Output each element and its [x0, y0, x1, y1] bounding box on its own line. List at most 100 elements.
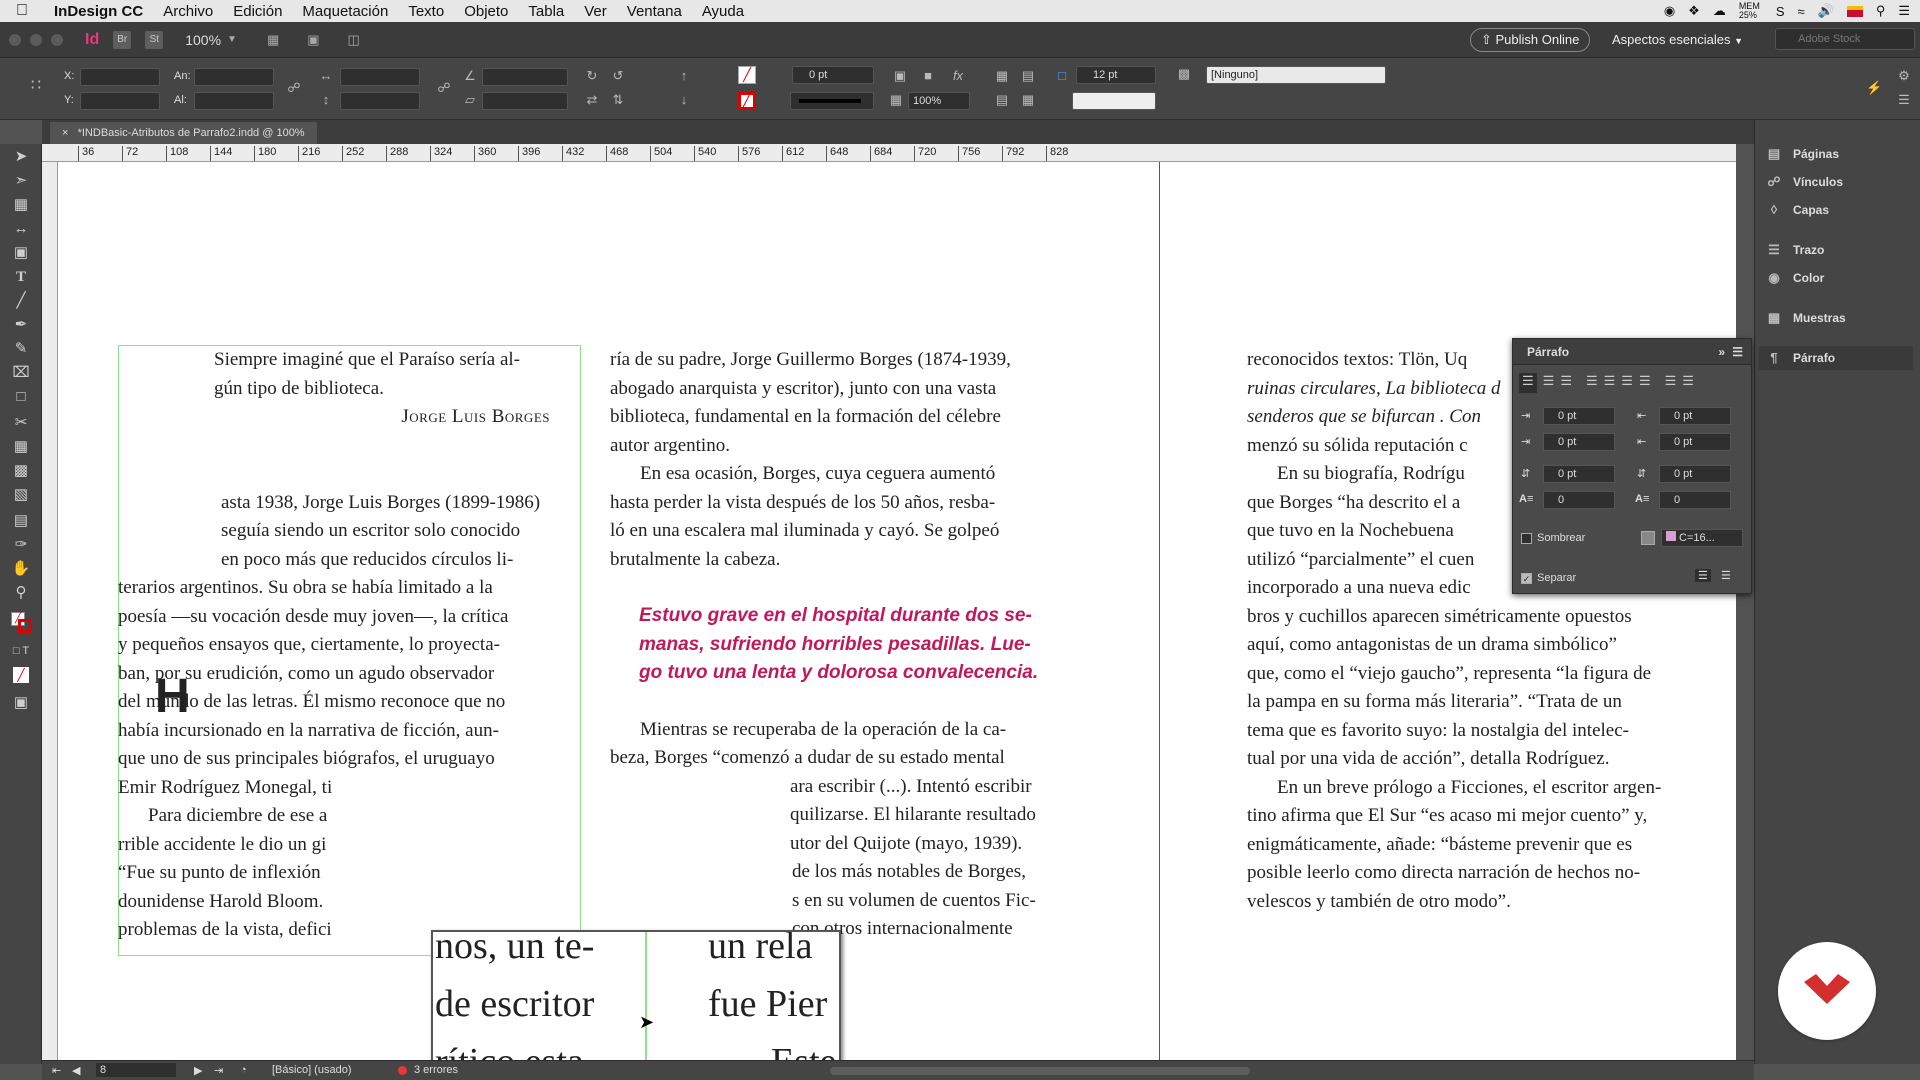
skype-icon[interactable]: S	[1776, 4, 1785, 19]
stroke-type-select[interactable]	[790, 92, 874, 110]
search-icon[interactable]: ⚲	[1876, 3, 1886, 19]
select-content-icon[interactable]: ↓	[676, 92, 692, 108]
page-number-field[interactable]: 8	[96, 1063, 176, 1077]
fill-stroke-icon[interactable]: ╱	[9, 610, 33, 633]
pen-tool-icon[interactable]: ✒	[9, 314, 33, 336]
text-wrap-icon[interactable]: ▦	[994, 68, 1010, 84]
wifi-icon[interactable]: ≈	[1797, 4, 1804, 19]
panel-paginas[interactable]: ▤ Páginas	[1765, 142, 1839, 166]
workspace-switcher[interactable]: Aspectos esenciales ▼	[1612, 32, 1743, 47]
menu-ventana[interactable]: Ventana	[617, 3, 692, 20]
menu-tabla[interactable]: Tabla	[518, 3, 574, 20]
gap-tool-icon[interactable]: ↔	[9, 218, 33, 240]
stock-button[interactable]: St	[145, 30, 164, 49]
frame-fitting-icon[interactable]: ▣	[892, 68, 908, 84]
drop-shadow-icon[interactable]: ■	[920, 68, 936, 84]
record-icon[interactable]: ◉	[1664, 3, 1675, 19]
formatting-affects-icon[interactable]: □ T	[9, 640, 33, 662]
gradient-feather-tool-icon[interactable]: ▧	[9, 484, 33, 506]
effects-icon[interactable]: fx	[950, 68, 966, 84]
error-count[interactable]: 3 errores	[414, 1064, 458, 1076]
y-field[interactable]	[80, 92, 160, 110]
align-top-icon[interactable]: ▤	[994, 92, 1010, 108]
drop-cap-lines-field[interactable]: 0	[1543, 491, 1615, 509]
flag-icon[interactable]	[1846, 5, 1863, 17]
panel-parrafo[interactable]: ¶ Párrafo	[1759, 346, 1913, 370]
justify-center-icon[interactable]: ☰	[1604, 373, 1616, 393]
stroke-swatch-icon[interactable]: ╱	[738, 92, 756, 110]
object-style-icon[interactable]: ▩	[1176, 66, 1192, 82]
drop-cap-chars-field[interactable]: 0	[1659, 491, 1731, 509]
line-tool-icon[interactable]: ╱	[9, 290, 33, 312]
align-center-icon[interactable]: ▦	[1020, 92, 1036, 108]
panel-trazo[interactable]: ☰ Trazo	[1765, 238, 1824, 262]
menu-ver[interactable]: Ver	[574, 3, 617, 20]
scale-x-icon[interactable]: ↔	[318, 68, 334, 84]
chevron-down-icon[interactable]: ▼	[227, 34, 237, 45]
justify-left-icon[interactable]: ☰	[1586, 373, 1598, 393]
panel-capas[interactable]: ◊ Capas	[1765, 198, 1829, 222]
x-field[interactable]	[80, 68, 160, 86]
panel-muestras[interactable]: ▦ Muestras	[1765, 306, 1846, 330]
paragraph-panel-header[interactable]: Párrafo » ☰	[1513, 339, 1751, 365]
note-tool-icon[interactable]: ▤	[9, 510, 33, 532]
span-columns-icon[interactable]: ☰	[1695, 569, 1711, 582]
shear-icon[interactable]: ▱	[462, 92, 478, 108]
selection-frame-icon[interactable]: □	[1054, 68, 1070, 84]
height-field[interactable]	[194, 92, 274, 110]
scale-y-field[interactable]	[340, 92, 420, 110]
rectangle-frame-tool-icon[interactable]: ⌧	[9, 362, 33, 384]
justify-all-icon[interactable]: ☰	[1639, 373, 1651, 393]
list-icon[interactable]: ☰	[1898, 3, 1910, 19]
rotate-icon[interactable]: ∠	[462, 68, 478, 84]
fill-swatch-icon[interactable]: ╱	[738, 66, 756, 84]
zoom-tool-icon[interactable]: ⚲	[9, 582, 33, 604]
rotate-ccw-icon[interactable]: ↺	[610, 68, 626, 84]
shading-color-select[interactable]: C=16...	[1661, 529, 1743, 547]
align-grid-icon[interactable]: ☰	[1721, 569, 1731, 582]
panel-color[interactable]: ◉ Color	[1765, 266, 1824, 290]
view-options-icon[interactable]: ▦	[267, 32, 279, 48]
close-tab-icon[interactable]: ×	[62, 127, 78, 139]
rectangle-tool-icon[interactable]: □	[9, 386, 33, 408]
columns-icon[interactable]: ▤	[1020, 68, 1036, 84]
screen-mode-icon[interactable]: ▣	[307, 32, 319, 48]
zoom-level[interactable]: 100%	[185, 32, 221, 48]
arrange-documents-icon[interactable]: ◫	[348, 32, 360, 48]
horizontal-ruler[interactable]: 36 72 108 144 180 216 252 288 324 360 396 432 468 504…	[42, 144, 1736, 162]
screen-mode-icon[interactable]: ▣	[9, 692, 33, 714]
space-after-field[interactable]: 0 pt	[1659, 465, 1731, 483]
shading-checkbox[interactable]	[1521, 533, 1532, 544]
color-preview-field[interactable]	[1072, 92, 1156, 110]
menu-maquetacion[interactable]: Maquetación	[292, 3, 398, 20]
preflight-profile[interactable]: [Básico] (usado)	[272, 1064, 351, 1076]
panel-menu-icon[interactable]: ⚙	[1896, 68, 1912, 84]
menu-edicion[interactable]: Edición	[223, 3, 292, 20]
panel-options-icon[interactable]: ☰	[1896, 92, 1912, 108]
quick-apply-icon[interactable]: ⚡	[1866, 80, 1882, 96]
free-transform-tool-icon[interactable]: ▦	[9, 436, 33, 458]
opacity-icon[interactable]: ▦	[888, 92, 904, 108]
opacity-field[interactable]: 100%	[908, 92, 970, 110]
last-line-indent-field[interactable]: 0 pt	[1659, 433, 1731, 451]
gradient-tool-icon[interactable]: ▩	[9, 460, 33, 482]
dropbox-icon[interactable]: ❖	[1688, 3, 1700, 19]
vertical-ruler[interactable]	[42, 162, 58, 1060]
memory-indicator[interactable]: MEM 25%	[1739, 2, 1763, 20]
align-left-icon[interactable]: ☰	[1519, 373, 1537, 393]
collapse-icon[interactable]: »	[1718, 339, 1725, 365]
menu-ayuda[interactable]: Ayuda	[692, 3, 754, 20]
volume-icon[interactable]: 🔊	[1818, 3, 1834, 19]
creative-cloud-icon[interactable]: ☁	[1713, 3, 1726, 19]
hyphenate-checkbox[interactable]: ✓	[1521, 573, 1532, 584]
constrain-icon[interactable]: ☍	[436, 80, 452, 96]
link-proportions-icon[interactable]: ☍	[286, 80, 302, 96]
next-page-icon[interactable]: ▶	[194, 1064, 202, 1077]
rotate-field[interactable]	[482, 68, 568, 86]
hand-tool-icon[interactable]: ✋	[9, 558, 33, 580]
stock-search-input[interactable]: Adobe Stock	[1775, 28, 1915, 50]
panel-menu-icon[interactable]: ☰	[1732, 339, 1743, 365]
last-page-icon[interactable]: ⇥	[214, 1064, 223, 1077]
pencil-tool-icon[interactable]: ✎	[9, 338, 33, 360]
flip-h-icon[interactable]: ⇄	[584, 92, 600, 108]
